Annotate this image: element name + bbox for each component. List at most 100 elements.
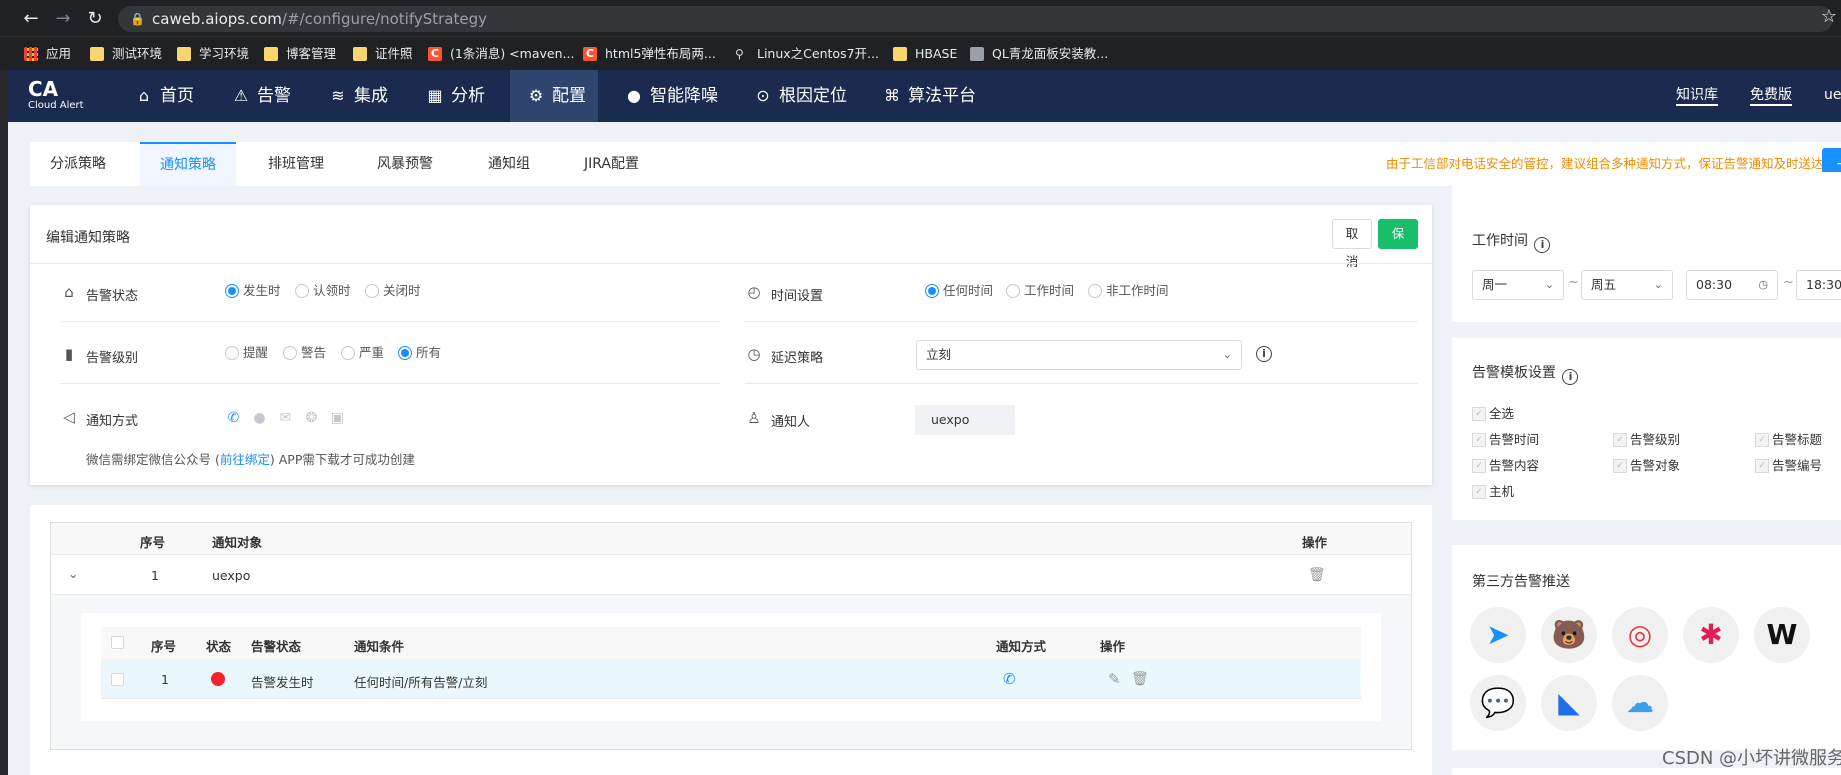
menu-algorithm[interactable]: ⌘ 算法平台 bbox=[866, 70, 992, 122]
slack-icon[interactable]: ✱ bbox=[1683, 607, 1739, 663]
col-index: 序号 bbox=[140, 535, 166, 550]
bookmark-item[interactable]: QL青龙面板安装教... bbox=[970, 45, 1108, 63]
tab-notify-strategy[interactable]: 通知策略 bbox=[140, 142, 236, 186]
checkbox-select-all[interactable]: 全选 bbox=[1472, 407, 1514, 421]
tab-jira-config[interactable]: JIRA配置 bbox=[564, 142, 659, 186]
menu-alarm[interactable]: ⚠ 告警 bbox=[215, 70, 307, 122]
table-header: 序号 通知对象 操作 bbox=[51, 523, 1411, 555]
w-icon[interactable]: W bbox=[1754, 607, 1810, 663]
sub-col-index: 序号 bbox=[151, 639, 177, 654]
chat-icon[interactable]: 💬 bbox=[1470, 675, 1526, 731]
clock-icon: ◴ bbox=[747, 283, 761, 301]
sub-row-alarm-status: 告警发生时 bbox=[251, 675, 314, 690]
edit-pencil-icon[interactable]: ✎ bbox=[1108, 670, 1121, 688]
chart-icon: ▦ bbox=[427, 86, 443, 105]
menu-integration[interactable]: ≋ 集成 bbox=[312, 70, 404, 122]
phone-icon[interactable]: ✆ bbox=[225, 410, 242, 427]
back-icon[interactable]: ← bbox=[20, 8, 42, 30]
browser-chrome: ← → ↻ 🔒 caweb.aiops.com/#/configure/notif… bbox=[0, 0, 1841, 70]
radio-alarm-claim[interactable]: 认领时 bbox=[295, 283, 351, 299]
feishu-icon[interactable]: ◣ bbox=[1541, 675, 1597, 731]
radio-level-warning[interactable]: 警告 bbox=[283, 345, 326, 361]
bookmark-star-icon[interactable]: ☆ bbox=[1821, 6, 1837, 27]
radio-time-nonwork[interactable]: 非工作时间 bbox=[1088, 283, 1169, 299]
checkbox-alarm-object[interactable]: 告警对象 bbox=[1613, 459, 1680, 473]
email-icon[interactable]: ✉ bbox=[277, 410, 294, 427]
third-party-card: 第三方告警推送 ➤ 🐻 ◎ ✱ W 💬 ◣ ☁ bbox=[1452, 545, 1841, 750]
bookmark-item[interactable]: Chtml5弹性布局两... bbox=[583, 45, 716, 63]
menu-root-cause[interactable]: ⊙ 根因定位 bbox=[737, 70, 863, 122]
to-day-select[interactable]: 周五 ⌄ bbox=[1581, 270, 1673, 300]
to-time-picker[interactable]: 18:30 bbox=[1796, 270, 1841, 300]
radio-level-all[interactable]: 所有 bbox=[398, 345, 441, 361]
radio-alarm-close[interactable]: 关闭时 bbox=[365, 283, 421, 299]
checkbox-alarm-title[interactable]: 告警标题 bbox=[1755, 433, 1822, 447]
trash-icon[interactable]: 🗑 bbox=[1131, 672, 1149, 686]
radio-time-work[interactable]: 工作时间 bbox=[1006, 283, 1074, 299]
radio-time-any[interactable]: 任何时间 bbox=[925, 283, 993, 299]
info-icon[interactable]: i bbox=[1562, 369, 1579, 385]
checkbox-alarm-level[interactable]: 告警级别 bbox=[1613, 433, 1680, 447]
cancel-button[interactable]: 取消 bbox=[1332, 219, 1372, 269]
watermark: CSDN @小坏讲微服务 bbox=[1662, 748, 1841, 769]
cloud-icon[interactable]: ☁ bbox=[1612, 675, 1668, 731]
bookmark-apps[interactable]: 应用 bbox=[24, 45, 71, 63]
folder-icon bbox=[264, 47, 278, 61]
status-dot bbox=[211, 672, 225, 686]
divider bbox=[30, 263, 1432, 264]
sms-icon[interactable]: ● bbox=[251, 410, 268, 427]
bookmark-item[interactable]: 证件照 bbox=[353, 45, 413, 63]
knowledge-base-link[interactable]: 知识库 bbox=[1676, 86, 1718, 106]
ring-icon[interactable]: ◎ bbox=[1612, 607, 1668, 663]
forward-icon[interactable]: → bbox=[52, 8, 74, 30]
radio-level-remind[interactable]: 提醒 bbox=[225, 345, 268, 361]
folder-icon bbox=[90, 47, 104, 61]
notifier-tag[interactable]: uexpo bbox=[915, 405, 1015, 435]
menu-analysis[interactable]: ▦ 分析 bbox=[409, 70, 501, 122]
save-button[interactable]: 保存 bbox=[1378, 219, 1418, 269]
info-icon[interactable]: i bbox=[1256, 346, 1272, 362]
bear-icon[interactable]: 🐻 bbox=[1541, 607, 1597, 663]
sub-row-condition: 任何时间/所有告警/立刻 bbox=[354, 675, 488, 690]
select-all-checkbox[interactable] bbox=[111, 636, 124, 649]
wechat-icon[interactable]: ❂ bbox=[303, 410, 320, 427]
user-menu[interactable]: ue bbox=[1824, 86, 1841, 104]
tab-storm-warning[interactable]: 风暴预警 bbox=[357, 142, 453, 186]
dingtalk-icon[interactable]: ➤ bbox=[1470, 607, 1526, 663]
menu-home[interactable]: ⌂ 首页 bbox=[118, 70, 210, 122]
bookmark-item[interactable]: HBASE bbox=[893, 45, 957, 63]
checkbox-alarm-time[interactable]: 告警时间 bbox=[1472, 433, 1539, 447]
tab-dispatch-strategy[interactable]: 分派策略 bbox=[30, 142, 126, 186]
checkbox-host[interactable]: 主机 bbox=[1472, 485, 1514, 499]
trash-icon[interactable]: 🗑 bbox=[1308, 568, 1326, 582]
logo[interactable]: CA Cloud Alert bbox=[28, 78, 84, 112]
app-icon[interactable]: ▣ bbox=[329, 410, 346, 427]
checkbox-alarm-id[interactable]: 告警编号 bbox=[1755, 459, 1822, 473]
tab-schedule[interactable]: 排班管理 bbox=[248, 142, 344, 186]
row-checkbox[interactable] bbox=[111, 673, 124, 686]
delay-select[interactable]: 立刻 ⌄ bbox=[916, 340, 1242, 370]
from-time-picker[interactable]: 08:30 ◷ bbox=[1686, 270, 1778, 300]
divider bbox=[60, 383, 720, 384]
table-row[interactable]: ⌄ 1 uexpo 🗑 bbox=[51, 555, 1411, 595]
chevron-down-icon[interactable]: ⌄ bbox=[68, 566, 78, 581]
radio-level-critical[interactable]: 严重 bbox=[341, 345, 384, 361]
info-icon[interactable]: i bbox=[1534, 237, 1551, 253]
free-version-link[interactable]: 免费版 bbox=[1750, 86, 1792, 106]
bookmark-item[interactable]: C (1条消息) <maven... bbox=[428, 45, 574, 63]
checkbox-alarm-content[interactable]: 告警内容 bbox=[1472, 459, 1539, 473]
reload-icon[interactable]: ↻ bbox=[84, 8, 106, 30]
bind-link[interactable]: 前往绑定 bbox=[220, 452, 270, 467]
bookmark-item[interactable]: 博客管理 bbox=[264, 45, 336, 63]
bookmark-item[interactable]: ⚲ Linux之Centos7开... bbox=[735, 45, 879, 63]
notify-method-label: ◁ 通知方式 bbox=[60, 408, 138, 429]
bookmark-item[interactable]: 测试环境 bbox=[90, 45, 162, 63]
menu-config[interactable]: ⚙ 配置 bbox=[510, 70, 598, 122]
from-day-select[interactable]: 周一 ⌄ bbox=[1472, 270, 1564, 300]
radio-alarm-occur[interactable]: 发生时 bbox=[225, 283, 281, 299]
tab-notify-group[interactable]: 通知组 bbox=[468, 142, 550, 186]
table-row[interactable]: 1 告警发生时 任何时间/所有告警/立刻 ✆ ✎ 🗑 bbox=[101, 659, 1361, 699]
address-bar[interactable]: 🔒 caweb.aiops.com/#/configure/notifyStrat… bbox=[118, 6, 1833, 32]
menu-noise-reduction[interactable]: ● 智能降噪 bbox=[608, 70, 734, 122]
bookmark-item[interactable]: 学习环境 bbox=[177, 45, 249, 63]
